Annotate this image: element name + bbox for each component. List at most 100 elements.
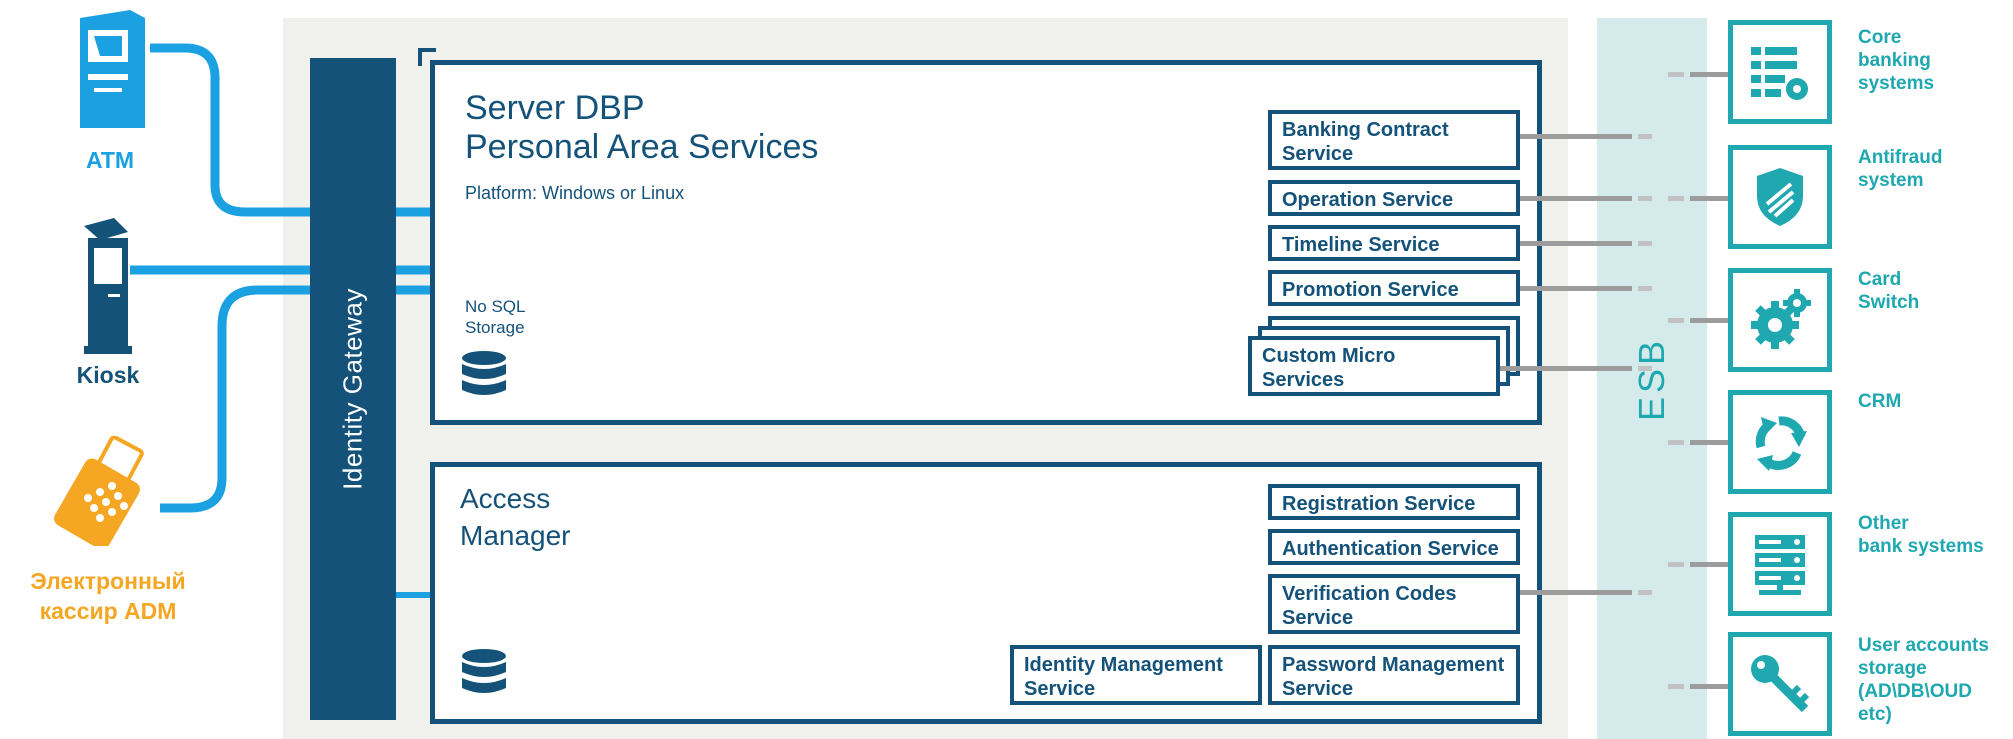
esb-link-card	[1690, 318, 1730, 323]
cashier-label-line1: Электронный	[30, 568, 186, 594]
custom-micro-line1: Custom Micro	[1262, 345, 1396, 367]
esb-link-crm-dash	[1668, 440, 1684, 445]
timeline-service: Timeline Service	[1268, 225, 1520, 261]
user-accounts-line1: User accounts	[1858, 635, 1989, 656]
key-icon	[1751, 655, 1810, 713]
crm-line1: CRM	[1858, 391, 1902, 412]
user-accounts-line4: etc)	[1858, 704, 1892, 725]
recycle-arrows-icon	[1755, 416, 1807, 471]
identity-gateway-bar: Identity Gateway	[310, 58, 396, 720]
custom-micro-services: Custom Micro Services	[1248, 336, 1500, 396]
card-switch-line1: Card	[1858, 269, 1902, 290]
esb-link-accounts	[1690, 684, 1730, 689]
esb-link-other-dash	[1668, 562, 1684, 567]
server-title-line1: Server DBP	[465, 89, 645, 127]
verification-codes-service: Verification Codes Service	[1268, 574, 1520, 634]
core-banking-line2: banking	[1858, 50, 1931, 71]
storage-label-line1: No SQL	[465, 297, 526, 316]
gears-icon	[1751, 289, 1811, 349]
server-rack-icon	[1755, 535, 1805, 595]
kiosk-label: Kiosk	[76, 362, 140, 388]
connector-custom-micro-dash	[1638, 366, 1652, 371]
cashier-icon	[54, 436, 144, 546]
connector-custom-micro	[1500, 366, 1632, 371]
connector-operation	[1520, 196, 1632, 201]
server-platform: Platform: Windows or Linux	[465, 183, 685, 203]
other-bank-label: Other bank systems	[1858, 512, 1984, 558]
authentication-service: Authentication Service	[1268, 529, 1520, 565]
antifraud-box	[1728, 145, 1832, 249]
card-switch-box	[1728, 268, 1832, 372]
other-bank-line2: bank systems	[1858, 536, 1984, 557]
verification-codes-line1: Verification Codes	[1282, 583, 1457, 605]
connector-operation-dash	[1638, 196, 1652, 201]
banking-contract-service: Banking Contract Service	[1268, 110, 1520, 170]
card-switch-label: Card Switch	[1858, 268, 1919, 314]
access-title-line1: Access	[460, 483, 551, 514]
connector-promotion	[1520, 286, 1632, 291]
connector-timeline	[1520, 241, 1632, 246]
esb-link-antifraud-dash	[1668, 196, 1684, 201]
connector-banking-contract	[1520, 134, 1632, 139]
user-accounts-box	[1728, 632, 1832, 736]
other-bank-box	[1728, 512, 1832, 616]
esb-link-crm	[1690, 440, 1730, 445]
antifraud-label: Antifraud system	[1858, 146, 1942, 192]
password-management-line2: Service	[1282, 678, 1354, 700]
user-accounts-label: User accounts storage (AD\DB\OUD etc)	[1858, 634, 1989, 726]
access-database-icon	[462, 649, 506, 693]
other-bank-line1: Other	[1858, 513, 1909, 534]
operation-service: Operation Service	[1268, 180, 1520, 216]
connector-timeline-dash	[1638, 241, 1652, 246]
registration-service: Registration Service	[1268, 484, 1520, 520]
kiosk-icon	[84, 218, 132, 354]
identity-management-line1: Identity Management	[1024, 654, 1223, 676]
esb-link-other	[1690, 562, 1730, 567]
connector-promotion-dash	[1638, 286, 1652, 291]
promotion-service-label: Promotion Service	[1282, 279, 1459, 301]
esb-link-accounts-dash	[1668, 684, 1684, 689]
verification-codes-line2: Service	[1282, 607, 1354, 629]
timeline-service-label: Timeline Service	[1282, 234, 1440, 256]
atm-label: ATM	[85, 147, 135, 173]
authentication-service-label: Authentication Service	[1282, 538, 1499, 560]
cashier-label-line2: кассир ADM	[39, 598, 177, 624]
antifraud-line2: system	[1858, 170, 1924, 191]
password-management-service: Password Management Service	[1268, 645, 1520, 705]
esb-link-card-dash	[1668, 318, 1684, 323]
core-banking-label: Core banking systems	[1858, 26, 1934, 95]
identity-gateway-label: Identity Gateway	[337, 288, 368, 490]
esb-link-core	[1690, 72, 1730, 77]
banking-contract-line2: Service	[1282, 143, 1354, 165]
crm-label: CRM	[1858, 390, 1901, 413]
esb-link-core-dash	[1668, 72, 1684, 77]
connector-verification	[1520, 590, 1632, 595]
database-icon	[462, 351, 506, 395]
server-title-line2: Personal Area Services	[465, 128, 819, 166]
password-management-line1: Password Management	[1282, 654, 1505, 676]
custom-micro-line2: Services	[1262, 369, 1345, 391]
user-accounts-line3: (AD\DB\OUD	[1858, 681, 1972, 702]
card-switch-line2: Switch	[1858, 292, 1920, 313]
core-banking-icon	[1751, 47, 1808, 100]
core-banking-line1: Core	[1858, 27, 1902, 48]
storage-label-line2: Storage	[465, 318, 525, 337]
atm-icon	[80, 10, 145, 128]
identity-management-line2: Service	[1024, 678, 1096, 700]
identity-management-service: Identity Management Service	[1010, 645, 1262, 705]
core-banking-box	[1728, 20, 1832, 124]
antifraud-line1: Antifraud	[1858, 147, 1943, 168]
server-box-corner	[418, 48, 436, 66]
connector-banking-contract-dash	[1638, 134, 1652, 139]
connector-verification-dash	[1638, 590, 1652, 595]
registration-service-label: Registration Service	[1282, 493, 1476, 515]
user-accounts-line2: storage	[1858, 658, 1927, 679]
shield-icon	[1757, 168, 1803, 226]
access-title-line2: Manager	[460, 520, 571, 551]
promotion-service: Promotion Service	[1268, 270, 1520, 306]
crm-box	[1728, 390, 1832, 494]
banking-contract-line1: Banking Contract	[1282, 119, 1449, 141]
operation-service-label: Operation Service	[1282, 189, 1454, 211]
core-banking-line3: systems	[1858, 73, 1935, 94]
esb-link-antifraud	[1690, 196, 1730, 201]
